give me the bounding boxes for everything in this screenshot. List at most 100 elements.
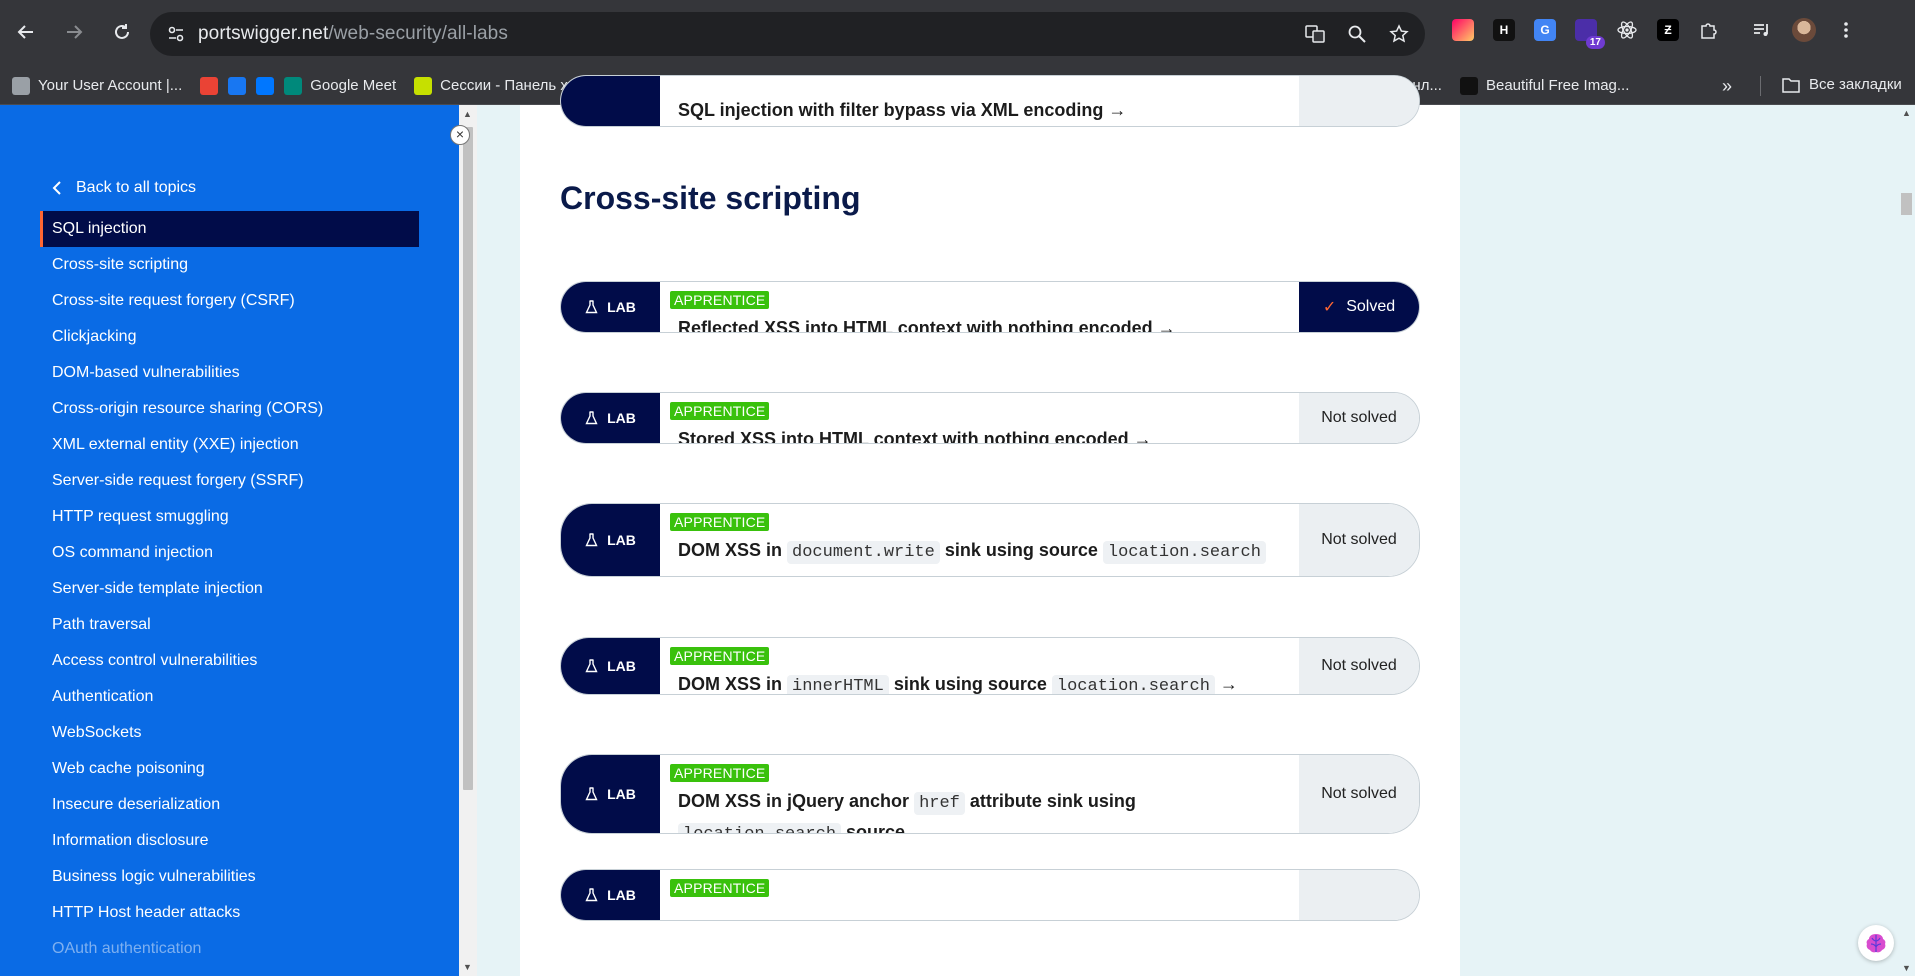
scroll-down-icon[interactable]: ▼ — [1902, 963, 1911, 973]
scroll-up-icon[interactable]: ▲ — [463, 109, 472, 119]
code-snippet: location.search — [1102, 541, 1266, 564]
sidebar-topic-item[interactable]: Web cache poisoning — [40, 751, 419, 787]
lab-row[interactable]: LAB APPRENTICE — [560, 869, 1420, 921]
scroll-down-icon[interactable]: ▼ — [463, 962, 472, 972]
back-arrow-icon[interactable] — [12, 18, 40, 46]
media-queue-icon[interactable] — [1751, 19, 1773, 41]
level-tag: APPRENTICE — [670, 647, 770, 665]
sidebar-topic-item[interactable]: SQL injection — [40, 211, 419, 247]
scrollbar-thumb[interactable] — [1901, 193, 1912, 215]
more-bookmarks-icon[interactable]: » — [1722, 76, 1732, 97]
sidebar-scrollbar[interactable]: ▲ ▼ — [459, 105, 477, 976]
lab-row[interactable]: LAB APPRENTICE DOM XSS in jQuery anchor hr… — [560, 754, 1420, 834]
zoom-icon[interactable] — [1345, 22, 1369, 46]
back-to-all-topics-link[interactable]: Back to all topics — [52, 179, 196, 197]
lab-status-label: Not solved — [1321, 531, 1397, 548]
bookmark-item[interactable] — [200, 76, 219, 95]
lab-badge-label: LAB — [607, 786, 636, 802]
sidebar-topic-item[interactable]: Cross-origin resource sharing (CORS) — [40, 391, 419, 427]
reload-icon[interactable] — [108, 18, 136, 46]
code-snippet: href — [914, 792, 965, 815]
scrollbar-thumb[interactable] — [463, 127, 473, 790]
lab-row[interactable]: LAB APPRENTICE Reflected XSS into HTML con… — [560, 281, 1420, 333]
google-translate-extension-icon[interactable]: G — [1534, 19, 1556, 41]
kebab-menu-icon[interactable] — [1835, 19, 1857, 41]
lab-status-label: Not solved — [1321, 657, 1397, 674]
sidebar-topic-item[interactable]: Cross-site scripting — [40, 247, 419, 283]
site-info-icon[interactable] — [164, 22, 188, 46]
sidebar-topic-item[interactable]: Insecure deserialization — [40, 787, 419, 823]
unsplash-icon — [1459, 76, 1478, 95]
sidebar-topic-item[interactable]: Server-side request forgery (SSRF) — [40, 463, 419, 499]
lab-title-link[interactable]: Stored XSS into HTML context with nothin… — [678, 425, 1287, 443]
bookmarks-divider — [1760, 76, 1761, 96]
extension-z-icon[interactable]: Ƶ — [1657, 19, 1679, 41]
lab-title-text: DOM XSS in jQuery anchor — [678, 791, 915, 811]
lab-title-text: sink using source — [939, 540, 1103, 560]
sidebar-topic-item[interactable]: Access control vulnerabilities — [40, 643, 419, 679]
extension-badge-icon[interactable]: 17 — [1575, 19, 1605, 49]
bookmark-item[interactable]: Google Meet — [284, 76, 396, 95]
lab-row[interactable]: LAB APPRENTICE Stored XSS into HTML contex… — [560, 392, 1420, 444]
url-text: portswigger.net/web-security/all-labs — [198, 23, 508, 45]
sidebar-topic-item[interactable]: Path traversal — [40, 607, 419, 643]
react-devtools-icon[interactable] — [1616, 19, 1638, 41]
lab-row-previous[interactable]: SQL injection with filter bypass via XML… — [560, 75, 1420, 127]
profile-avatar[interactable] — [1792, 18, 1816, 42]
lab-badge: LAB — [561, 282, 660, 332]
flask-icon — [585, 787, 598, 801]
lab-badge: LAB — [561, 504, 660, 576]
bookmark-item[interactable]: Your User Account |... — [12, 76, 182, 95]
level-tag: APPRENTICE — [670, 879, 770, 897]
lab-status — [1299, 870, 1419, 920]
sidebar-topic-item[interactable]: OS command injection — [40, 535, 419, 571]
sidebar-topic-item[interactable]: Business logic vulnerabilities — [40, 859, 419, 895]
lab-badge-label: LAB — [607, 532, 636, 548]
bookmark-item[interactable] — [228, 76, 247, 95]
extensions-area: H G 17 Ƶ — [1452, 18, 1857, 49]
sidebar-topic-item[interactable]: HTTP Host header attacks — [40, 895, 419, 931]
lab-status — [1299, 76, 1419, 126]
lab-row[interactable]: LAB APPRENTICE DOM XSS in innerHTML sink u… — [560, 637, 1420, 695]
scroll-up-icon[interactable]: ▲ — [1902, 108, 1911, 118]
sidebar-topic-item[interactable]: Authentication — [40, 679, 419, 715]
translate-icon[interactable] — [1303, 22, 1327, 46]
bookmark-item[interactable] — [256, 76, 275, 95]
lab-status: Not solved — [1299, 504, 1419, 576]
bookmark-item[interactable]: Beautiful Free Imag... — [1459, 76, 1629, 95]
address-bar[interactable]: portswigger.net/web-security/all-labs — [150, 12, 1425, 56]
sidebar-topic-item[interactable]: Information disclosure — [40, 823, 419, 859]
lab-title-link[interactable]: Reflected XSS into HTML context with not… — [678, 314, 1287, 332]
sidebar-topic-item[interactable]: Clickjacking — [40, 319, 419, 355]
lab-title-text: sink using source — [888, 674, 1052, 694]
flask-icon — [585, 659, 598, 673]
forward-arrow-icon[interactable] — [60, 18, 88, 46]
sidebar-topic-item[interactable]: Server-side template injection — [40, 571, 419, 607]
lab-title[interactable]: SQL injection with filter bypass via XML… — [678, 96, 1287, 124]
lab-badge — [561, 76, 660, 126]
lab-title-link[interactable]: DOM XSS in innerHTML sink using source l… — [678, 670, 1287, 694]
all-bookmarks-folder[interactable]: Все закладки — [1782, 76, 1902, 93]
lab-title-link[interactable]: DOM XSS in document.write sink using sou… — [678, 536, 1287, 576]
sidebar-topic-item[interactable]: OAuth authentication — [40, 931, 419, 967]
extension-gradient-icon[interactable] — [1452, 19, 1474, 41]
close-sidebar-icon[interactable]: × — [450, 125, 470, 145]
assistant-brain-icon[interactable] — [1858, 925, 1894, 961]
extension-h-icon[interactable]: H — [1493, 19, 1515, 41]
sidebar-topic-item[interactable]: HTTP request smuggling — [40, 499, 419, 535]
lab-row[interactable]: LAB APPRENTICE DOM XSS in document.write s… — [560, 503, 1420, 577]
bookmark-star-icon[interactable] — [1387, 22, 1411, 46]
url-host: portswigger.net — [198, 23, 329, 44]
sidebar-topic-item[interactable]: Cross-site request forgery (CSRF) — [40, 283, 419, 319]
lab-title-link[interactable]: DOM XSS in jQuery anchor href attribute … — [678, 787, 1287, 833]
flask-icon — [585, 411, 598, 425]
page-scrollbar[interactable]: ▲ ▼ — [1898, 105, 1915, 976]
level-tag: APPRENTICE — [670, 402, 770, 420]
topics-list: SQL injection Cross-site scripting Cross-s… — [40, 211, 419, 967]
sidebar-topic-item[interactable]: XML external entity (XXE) injection — [40, 427, 419, 463]
sidebar-topic-item[interactable]: DOM-based vulnerabilities — [40, 355, 419, 391]
browser-toolbar: portswigger.net/web-security/all-labs H … — [0, 0, 1915, 67]
puzzle-extensions-icon[interactable] — [1698, 19, 1720, 41]
url-path: /web-security/all-labs — [328, 23, 508, 44]
sidebar-topic-item[interactable]: WebSockets — [40, 715, 419, 751]
